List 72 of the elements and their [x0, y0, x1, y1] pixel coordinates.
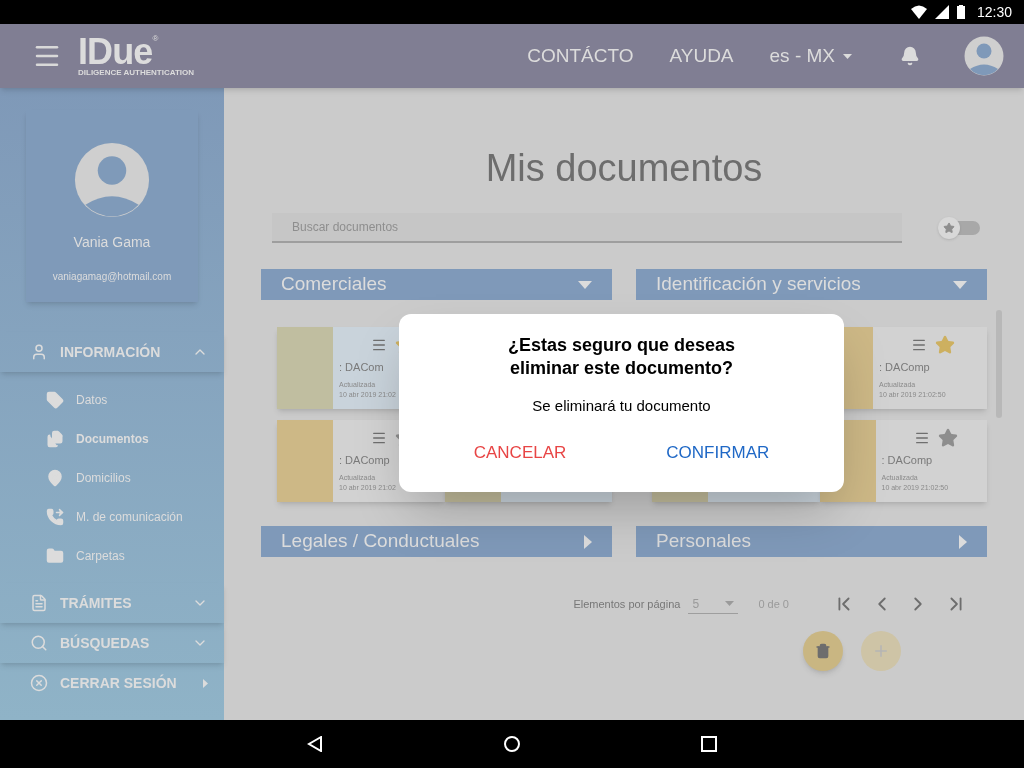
cancel-button[interactable]: CANCELAR [469, 439, 571, 465]
sidebar-group-header[interactable]: BÚSQUEDAS [0, 623, 224, 663]
dialog-title: ¿Estas seguro que deseas eliminar este documento? [506, 334, 737, 380]
page-title: Mis documentos [485, 146, 763, 191]
plus-icon [872, 642, 890, 660]
menu-icon[interactable] [911, 337, 927, 353]
nav-link[interactable]: AYUDA [669, 41, 734, 71]
battery-icon [956, 5, 965, 19]
recents-icon[interactable] [701, 736, 717, 752]
section-header[interactable]: Legales / Conductuales [261, 526, 612, 557]
notification-bell-icon[interactable] [900, 46, 920, 66]
phone-icon [46, 507, 64, 526]
home-icon[interactable] [503, 735, 521, 753]
document-name: : DAComp [339, 453, 391, 468]
document-name: : DACom [339, 360, 385, 375]
confirm-button[interactable]: CONFIRMAR [662, 439, 774, 465]
caret-right-icon [959, 534, 967, 549]
caret-down-icon [578, 280, 592, 289]
menu-icon[interactable] [371, 430, 387, 446]
sidebar-item[interactable]: Datos [0, 380, 224, 419]
documents-icon [46, 429, 64, 448]
section-header[interactable]: Personales [636, 526, 987, 557]
caret-down-icon [843, 53, 852, 59]
signal-icon [934, 5, 949, 19]
nav-link[interactable]: CONTÁCTO [527, 41, 634, 71]
logout-link[interactable]: CERRAR SESIÓN [0, 663, 224, 703]
pin-icon [46, 468, 64, 487]
sidebar-group-header[interactable]: INFORMACIÓN [0, 332, 224, 372]
page-size-label: Elementos por página [573, 596, 681, 612]
close-icon [30, 674, 48, 692]
section-header[interactable]: Identificación y servicios [636, 269, 987, 300]
back-icon[interactable] [307, 736, 323, 752]
section-title: Identificación y servicios [656, 272, 861, 297]
profile-name: Vania Gama [73, 233, 151, 252]
menu-icon[interactable] [913, 430, 930, 446]
clock: 12:30 [976, 2, 1012, 22]
delete-button[interactable] [803, 631, 843, 671]
sidebar-item[interactable]: M. de comunicación [0, 497, 224, 536]
language-dropdown[interactable]: es - MX [769, 41, 852, 71]
logo-tagline: DILIGENCE AUTHENTICATION [78, 69, 194, 77]
profile-email: vaniagamag@hotmail.com [52, 270, 172, 284]
sidebar-group-header[interactable]: TRÁMITES [0, 583, 224, 623]
section-title: Comerciales [281, 272, 387, 297]
section-title: Personales [656, 529, 752, 554]
menu-icon[interactable] [371, 337, 387, 353]
document-name: : DAComp [879, 360, 931, 375]
caret-down-icon [953, 280, 967, 289]
logo-wordmark: IDue [78, 35, 153, 69]
sidebar-item[interactable]: Domicilios [0, 458, 224, 497]
caret-down-icon [725, 601, 735, 606]
sidebar-item[interactable]: Carpetas [0, 536, 224, 575]
star-icon[interactable] [935, 335, 955, 355]
registered-mark: ® [152, 35, 159, 43]
star-icon[interactable] [937, 428, 958, 448]
tag-icon [46, 390, 64, 409]
folder-icon [46, 546, 64, 565]
caret-right-icon [203, 678, 208, 688]
star-icon [943, 222, 956, 234]
logo[interactable]: IDue® DILIGENCE AUTHENTICATION [78, 35, 194, 77]
caret-right-icon [584, 534, 592, 549]
wifi-icon [910, 5, 927, 19]
document-name: : DAComp [881, 453, 934, 468]
dialog-message: Se eliminará tu documento [532, 396, 711, 416]
trash-icon [815, 643, 831, 659]
section-title: Legales / Conductuales [281, 529, 480, 554]
search-field[interactable]: Buscar documentos [272, 213, 903, 243]
user-avatar [964, 36, 1004, 76]
person-icon [30, 343, 48, 361]
document-icon [30, 594, 48, 612]
search-icon [30, 634, 48, 652]
section-header[interactable]: Comerciales [261, 269, 612, 300]
sidebar-item[interactable]: Documentos [0, 419, 224, 458]
